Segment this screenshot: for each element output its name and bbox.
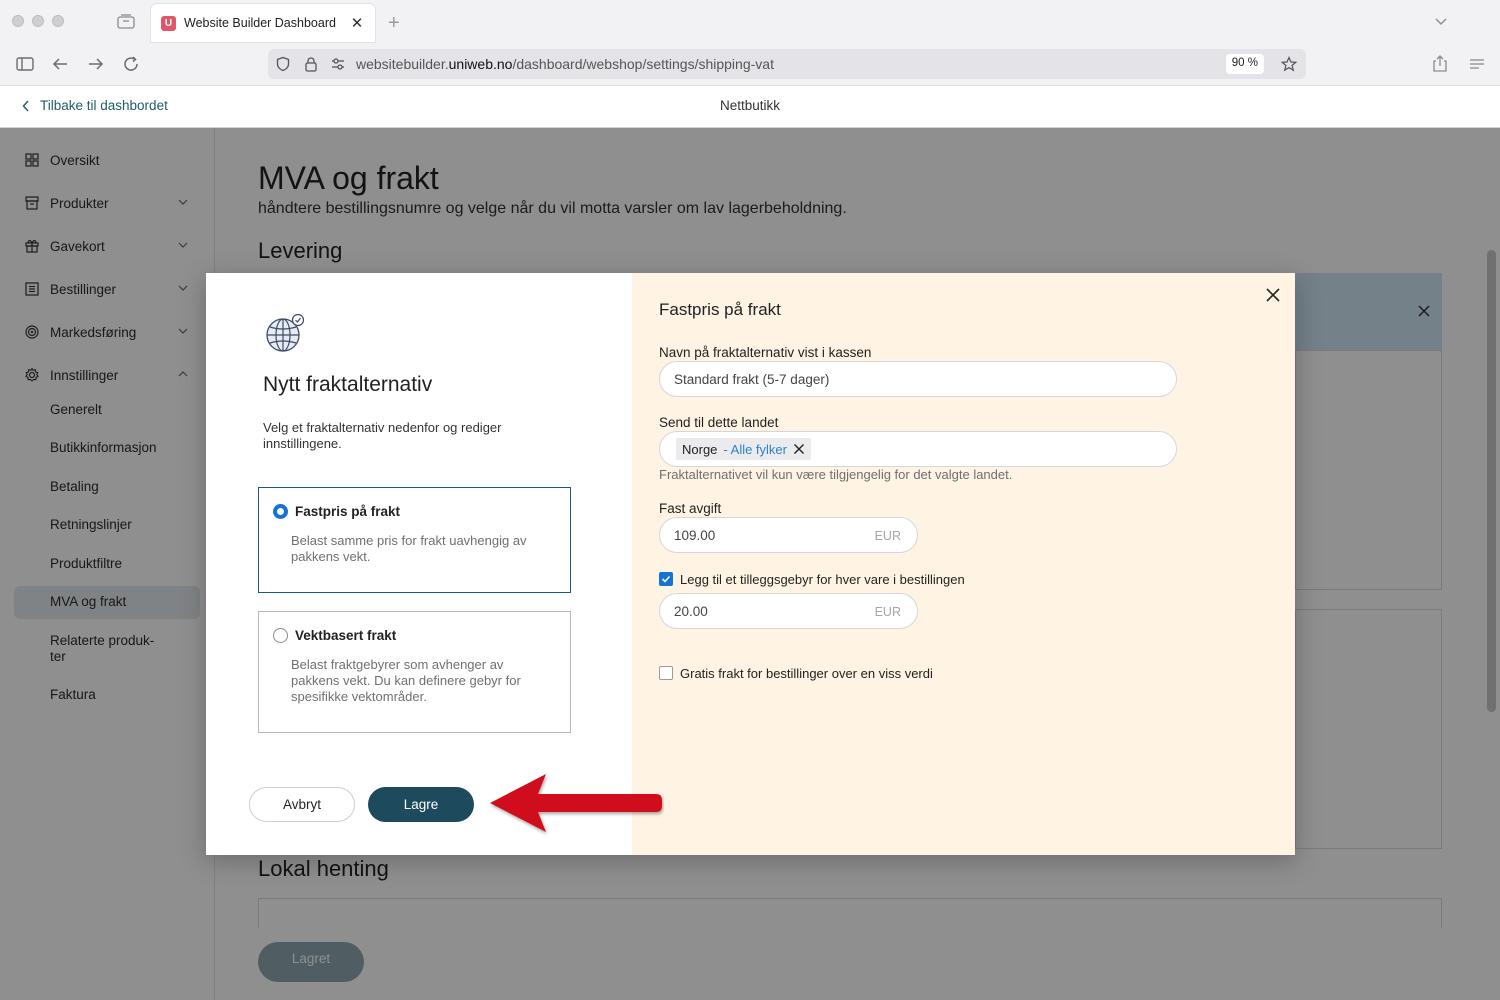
zoom-badge[interactable]: 90 %	[1225, 54, 1264, 74]
forward-arrow-icon[interactable]	[86, 55, 106, 73]
extra-fee-input[interactable]: 20.00 EUR	[659, 593, 918, 629]
extra-fee-value: 20.00	[674, 604, 708, 619]
radio-fixed-price[interactable]	[273, 504, 288, 519]
option-description: Belast fraktgebyrer som avhenger av pakk…	[291, 657, 521, 704]
address-bar[interactable]: websitebuilder.uniweb.no/dashboard/websh…	[268, 49, 1306, 79]
currency-unit: EUR	[874, 529, 901, 543]
window-controls	[12, 15, 64, 27]
modal-title: Nytt fraktalternativ	[263, 373, 433, 396]
header-title: Nettbutikk	[719, 98, 781, 113]
site-settings-icon[interactable]	[330, 56, 346, 72]
red-arrow-annotation	[490, 774, 662, 832]
option-weight-based[interactable]: Vektbasert frakt Belast fraktgebyrer som…	[258, 611, 571, 733]
remove-chip-icon[interactable]	[793, 443, 805, 455]
fixed-fee-input[interactable]: 109.00 EUR	[659, 517, 918, 553]
favicon-icon: U	[161, 15, 176, 31]
option-fixed-price[interactable]: Fastpris på frakt Belast samme pris for …	[258, 487, 571, 593]
chevron-down-icon[interactable]	[1434, 14, 1448, 28]
country-select[interactable]: Norge - Alle fylker	[659, 431, 1177, 467]
country-chip-value: Norge	[682, 441, 718, 457]
browser-chrome: U Website Builder Dashboard ✕ + websiteb…	[0, 0, 1500, 86]
url-text[interactable]: websitebuilder.uniweb.no/dashboard/websh…	[356, 56, 774, 72]
menu-icon[interactable]	[1467, 55, 1487, 73]
form-title: Fastpris på frakt	[659, 300, 781, 319]
cancel-button[interactable]: Avbryt	[249, 787, 355, 822]
country-hint: Fraktalternativet vil kun være tilgjenge…	[659, 467, 1013, 482]
tab-close-icon[interactable]: ✕	[349, 14, 365, 32]
free-shipping-label[interactable]: Gratis frakt for bestillinger over en vi…	[680, 666, 933, 681]
shipping-name-input[interactable]: Standard frakt (5-7 dager)	[659, 361, 1177, 397]
country-chip: Norge - Alle fylker	[676, 438, 811, 460]
modal-right-panel: Fastpris på frakt Navn på fraktalternati…	[632, 273, 1295, 855]
country-label: Send til dette landet	[659, 415, 779, 430]
modal-description: Velg et fraktalternativ nedenfor og redi…	[263, 420, 502, 451]
country-region-link[interactable]: - Alle fylker	[723, 442, 787, 457]
name-label: Navn på fraktalternativ vist i kassen	[659, 345, 872, 360]
shield-icon[interactable]	[275, 56, 291, 72]
zoom-window-button[interactable]	[52, 15, 64, 27]
shipping-name-value: Standard frakt (5-7 dager)	[674, 372, 830, 387]
tab-title: Website Builder Dashboard	[184, 16, 336, 30]
star-icon[interactable]	[1281, 56, 1297, 72]
option-title: Fastpris på frakt	[295, 504, 401, 519]
extra-fee-checkbox[interactable]	[659, 572, 673, 586]
currency-unit: EUR	[874, 605, 901, 619]
new-tab-icon[interactable]: +	[388, 12, 400, 35]
fixed-fee-value: 109.00	[674, 528, 716, 543]
radio-weight-based[interactable]	[273, 628, 288, 643]
minimize-window-button[interactable]	[32, 15, 44, 27]
tab-overview-icon[interactable]	[117, 13, 135, 29]
save-button[interactable]: Lagre	[368, 787, 474, 822]
close-icon[interactable]	[1265, 287, 1281, 303]
sidebar-toggle-icon[interactable]	[15, 55, 35, 73]
reload-icon[interactable]	[122, 55, 142, 73]
app-header: Tilbake til dashbordet Nettbutikk	[0, 86, 1500, 128]
free-shipping-checkbox[interactable]	[659, 666, 673, 680]
new-shipping-option-modal: Nytt fraktalternativ Velg et fraktaltern…	[206, 273, 1295, 855]
globe-icon	[266, 313, 305, 352]
option-description: Belast samme pris for frakt uavhengig av…	[291, 533, 527, 564]
fee-label: Fast avgift	[659, 501, 722, 516]
lock-icon[interactable]	[303, 56, 319, 72]
checkmark-icon	[661, 575, 671, 583]
option-title: Vektbasert frakt	[295, 628, 397, 643]
close-window-button[interactable]	[12, 15, 24, 27]
extra-fee-label[interactable]: Legg til et tilleggsgebyr for hver vare …	[680, 572, 965, 587]
back-arrow-icon[interactable]	[50, 55, 70, 73]
modal-left-panel: Nytt fraktalternativ Velg et fraktaltern…	[206, 273, 632, 855]
browser-tab[interactable]: U Website Builder Dashboard ✕	[151, 4, 375, 42]
share-icon[interactable]	[1430, 55, 1450, 73]
